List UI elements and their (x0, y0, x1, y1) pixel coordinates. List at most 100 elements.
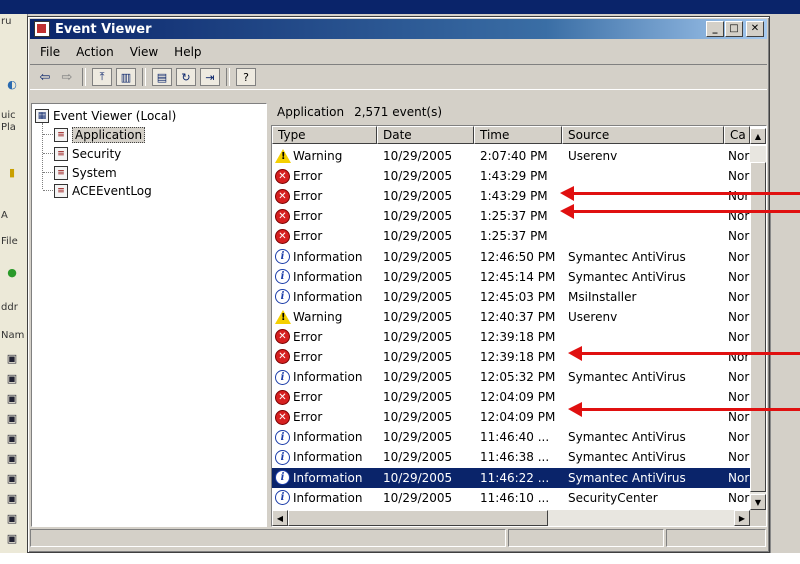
column-header-category[interactable]: Ca (724, 126, 750, 144)
event-category-cell: Nor (728, 450, 750, 465)
show-hide-tree-icon[interactable]: ▥ (116, 68, 136, 86)
error-icon: ✕ (275, 389, 290, 405)
annotation-arrow (568, 402, 800, 417)
tree-item-label: Application (72, 126, 146, 143)
menu-view[interactable]: View (122, 45, 166, 59)
event-date-cell: 10/29/2005 (383, 289, 453, 304)
table-row[interactable]: i Information 10/29/2005 12:45:03 PM MsiInst… (272, 287, 750, 307)
event-time-cell: 12:40:37 PM (480, 309, 556, 324)
event-type-label: Information (293, 249, 363, 264)
toolbar-separator (226, 68, 230, 86)
column-header-source[interactable]: Source (562, 126, 724, 144)
event-time-cell: 11:46:38 ... (480, 450, 550, 465)
tree-item-system[interactable]: ≡ System (54, 164, 117, 181)
table-row[interactable]: i Information 10/29/2005 11:46:40 ... Symant… (272, 427, 750, 447)
information-icon: i (275, 289, 290, 305)
event-type-cell: ✕ Error (272, 208, 377, 224)
forward-arrow-icon[interactable]: ⇨ (56, 67, 78, 87)
help-icon[interactable]: ? (236, 68, 256, 86)
table-row[interactable]: i Information 10/29/2005 11:46:38 ... Symant… (272, 447, 750, 467)
warning-icon (275, 149, 291, 164)
table-row[interactable]: i Information 10/29/2005 12:46:50 PM Symante… (272, 246, 750, 266)
title-bar[interactable]: Event Viewer _ □ ✕ (30, 19, 767, 39)
tree-item-security[interactable]: ≡ Security (54, 145, 121, 162)
event-type-label: Information (293, 269, 363, 284)
event-type-label: Error (293, 189, 323, 204)
table-row[interactable]: ✕ Error 10/29/2005 12:39:18 PM Nor (272, 347, 750, 367)
scroll-down-button[interactable]: ▼ (750, 494, 766, 510)
export-list-icon[interactable]: ⇥ (200, 68, 220, 86)
tree-root-node[interactable]: ▦ Event Viewer (Local) (35, 107, 176, 124)
table-row[interactable]: Warning 10/29/2005 2:07:40 PM Userenv Nor (272, 146, 750, 166)
column-header-date[interactable]: Date (377, 126, 474, 144)
table-row[interactable]: ✕ Error 10/29/2005 12:04:09 PM Nor (272, 387, 750, 407)
menu-help[interactable]: Help (166, 45, 209, 59)
close-button[interactable]: ✕ (746, 21, 764, 37)
table-row[interactable]: i Information 10/29/2005 12:05:32 PM Symante… (272, 367, 750, 387)
event-category-cell: Nor (728, 390, 750, 405)
table-row[interactable]: ✕ Error 10/29/2005 1:43:29 PM Nor (272, 186, 750, 206)
scroll-up-button[interactable]: ▲ (750, 128, 766, 144)
event-type-cell: ✕ Error (272, 409, 377, 425)
table-row[interactable]: ✕ Error 10/29/2005 12:39:18 PM Nor (272, 327, 750, 347)
event-date-cell: 10/29/2005 (383, 430, 453, 445)
bg-label: Pla (1, 122, 16, 133)
event-time-cell: 2:07:40 PM (480, 149, 548, 164)
event-type-cell: ✕ Error (272, 168, 377, 184)
minimize-button[interactable]: _ (706, 21, 724, 37)
maximize-button[interactable]: □ (725, 21, 743, 37)
console-tree: ▦ Event Viewer (Local) ≡ Application ≡ S… (31, 103, 267, 527)
event-time-cell: 11:46:22 ... (480, 470, 550, 485)
error-icon: ✕ (275, 228, 290, 244)
table-row[interactable]: ✕ Error 10/29/2005 1:43:29 PM Nor (272, 166, 750, 186)
tree-item-aceeventlog[interactable]: ≡ ACEEventLog (54, 182, 152, 199)
event-date-cell: 10/29/2005 (383, 490, 453, 505)
event-type-label: Error (293, 390, 323, 405)
file-icon: ▣ (6, 531, 18, 545)
event-type-cell: ✕ Error (272, 188, 377, 204)
column-header-time[interactable]: Time (474, 126, 562, 144)
horizontal-scrollbar[interactable]: ◀ ▶ (272, 510, 750, 526)
table-row[interactable]: i Information 10/29/2005 11:46:10 ... Securi… (272, 488, 750, 508)
menu-file[interactable]: File (30, 45, 68, 59)
toolbar: ⇦ ⇨ ⤒ ▥ ▤ ↻ ⇥ ? (30, 64, 767, 90)
table-row[interactable]: i Information 10/29/2005 11:46:22 ... Symant… (272, 467, 750, 488)
table-row[interactable]: i Information 10/29/2005 12:45:14 PM Symante… (272, 267, 750, 287)
back-arrow-icon[interactable]: ⇦ (34, 67, 56, 87)
event-type-cell: i Information (272, 449, 377, 465)
refresh-icon[interactable]: ↻ (176, 68, 196, 86)
table-row[interactable]: ✕ Error 10/29/2005 1:25:37 PM Nor (272, 226, 750, 246)
tree-item-application[interactable]: ≡ Application (54, 126, 146, 143)
horizontal-scroll-thumb[interactable] (288, 510, 548, 526)
bg-label: uic (1, 110, 16, 121)
properties-icon[interactable]: ▤ (152, 68, 172, 86)
event-time-cell: 1:25:37 PM (480, 229, 548, 244)
event-time-cell: 12:39:18 PM (480, 349, 556, 364)
event-date-cell: 10/29/2005 (383, 470, 453, 485)
event-type-cell: i Information (272, 470, 377, 486)
table-row[interactable]: Warning 10/29/2005 12:40:37 PM Userenv Nor (272, 307, 750, 327)
event-type-label: Error (293, 169, 323, 184)
column-headers: Type Date Time Source Ca (272, 126, 750, 144)
scroll-right-button[interactable]: ▶ (734, 510, 750, 526)
event-date-cell: 10/29/2005 (383, 249, 453, 264)
scroll-left-button[interactable]: ◀ (272, 510, 288, 526)
event-type-cell: ✕ Error (272, 389, 377, 405)
event-category-cell: Nor (728, 169, 750, 184)
bg-label: Nam (1, 330, 25, 341)
event-category-cell: Nor (728, 430, 750, 445)
event-category-cell: Nor (728, 289, 750, 304)
menu-action[interactable]: Action (68, 45, 122, 59)
vertical-scrollbar[interactable]: ▼ (750, 146, 766, 510)
event-source-cell: Symantec AntiVirus (568, 249, 686, 264)
information-icon: i (275, 490, 290, 506)
event-date-cell: 10/29/2005 (383, 450, 453, 465)
file-icon: ▣ (6, 511, 18, 525)
event-viewer-app-icon (34, 21, 50, 37)
event-type-cell: ✕ Error (272, 228, 377, 244)
bg-label: A (1, 210, 8, 221)
event-time-cell: 12:45:03 PM (480, 289, 556, 304)
up-folder-icon[interactable]: ⤒ (92, 68, 112, 86)
column-header-type[interactable]: Type (272, 126, 377, 144)
log-icon: ≡ (54, 165, 68, 180)
